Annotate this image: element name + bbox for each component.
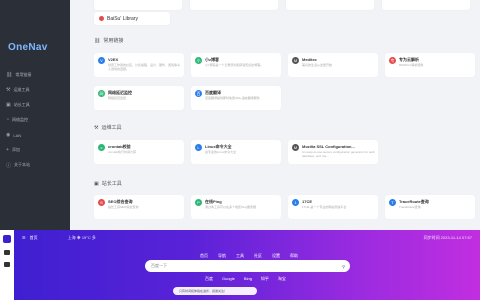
- search-engine-tabs: 百度 Google Bing 知乎 淘宝: [205, 276, 286, 282]
- link-card[interactable]: c crontab校验 crontab执行时间计算: [94, 140, 184, 164]
- notice-bar: 只有时间和体验在进步，感谢关注！: [173, 287, 257, 295]
- sync-time: 同步时间 2023-11-14 07:57: [423, 234, 472, 240]
- link-card[interactable]: 百百度翻译 百度翻译提供即时免费200+语言翻译服务: [191, 86, 281, 110]
- site-icon: 小: [195, 57, 202, 64]
- engine-tab[interactable]: 淘宝: [278, 276, 286, 282]
- engine-tab[interactable]: 知乎: [261, 276, 269, 282]
- nav-item[interactable]: 导航: [218, 253, 236, 259]
- link-card[interactable]: T TraceRoute查询 TraceRoute查询: [385, 195, 475, 219]
- box-icon: ▣: [6, 102, 11, 108]
- site-icon: M: [292, 144, 299, 151]
- top-chip[interactable]: [94, 0, 182, 10]
- site-icon: T: [389, 199, 396, 206]
- wrench-icon: ⚒: [94, 124, 99, 131]
- link-icon: ⛓: [94, 37, 101, 44]
- site-icon: V: [98, 57, 105, 64]
- nav-item[interactable]: 帮助: [290, 253, 308, 259]
- sidebar-item-common-links[interactable]: ⛓ 常用链接: [6, 70, 31, 80]
- engine-tab[interactable]: Google: [222, 276, 235, 282]
- sidebar-item-about[interactable]: ⓘ 关于本站: [6, 160, 30, 170]
- link-card[interactable]: P 在线Ping 通过本工具可以在多个地区Ping服务器: [191, 195, 281, 219]
- top-chip[interactable]: [190, 0, 278, 10]
- nav-item[interactable]: 设置: [272, 253, 290, 259]
- main-content: BaiSu' Library ⛓ 常用链接 V V2EX 创意工作者的社区。讨论编程、…: [70, 0, 480, 230]
- start-header: ☰ 首页 上海 ☀ 19°C 多 同步时间 2023-11-14 07:57: [14, 230, 480, 245]
- engine-tab[interactable]: Bing: [244, 276, 252, 282]
- site-icon: 1: [292, 199, 299, 206]
- site-icon: L: [195, 144, 202, 151]
- section-ops-tools: ⚒ 运维工具: [94, 124, 122, 132]
- home-icon[interactable]: [4, 250, 10, 255]
- top-chip[interactable]: [286, 0, 374, 10]
- link-card[interactable]: M Mozilla SSL Configuration... An easy-to-…: [288, 140, 378, 164]
- site-icon: c: [98, 144, 105, 151]
- sidebar-item-lan[interactable]: ◉ LAN: [6, 130, 21, 140]
- top-chip[interactable]: [382, 0, 470, 10]
- link-icon: ⛓: [6, 72, 13, 78]
- wrench-icon: ⚒: [6, 87, 11, 93]
- engine-tab[interactable]: 百度: [205, 276, 213, 282]
- top-nav: 首页 导航 工具 社区 设置 帮助: [200, 253, 308, 259]
- link-card[interactable]: 网网络延迟监控 网络延迟监控: [94, 86, 184, 110]
- nav-item[interactable]: 社区: [254, 253, 272, 259]
- nav-item[interactable]: 首页: [200, 253, 218, 259]
- section-webmaster-tools: ▣ 站长工具: [94, 180, 122, 188]
- home-link[interactable]: 首页: [30, 235, 38, 241]
- link-card[interactable]: 1 17CE 17CE 是一个专业的网站测速平台: [288, 195, 378, 219]
- site-icon: 专: [389, 57, 396, 64]
- onenav-window: OneNav ⛓ 常用链接 ⚒ 运维工具 ▣ 站长工具 ◔ 网络监控 ◉ LAN + 添加 …: [0, 0, 480, 230]
- link-card[interactable]: L Linux命令大全 最专业的Linux命令大全: [191, 140, 281, 164]
- top-chip-baisu-library[interactable]: BaiSu' Library: [94, 12, 170, 25]
- weather-widget: 上海 ☀ 19°C 多: [67, 234, 96, 240]
- sidebar-item-webmaster-tools[interactable]: ▣ 站长工具: [6, 100, 30, 110]
- gauge-icon: ◔: [6, 117, 10, 123]
- library-icon: [99, 16, 104, 21]
- sidebar-item-add[interactable]: + 添加: [6, 145, 20, 155]
- menu-icon[interactable]: [4, 262, 10, 267]
- sidebar: OneNav ⛓ 常用链接 ⚒ 运维工具 ▣ 站长工具 ◔ 网络监控 ◉ LAN + 添加 …: [0, 0, 70, 230]
- hamburger-icon[interactable]: ☰: [22, 235, 26, 240]
- nav-item[interactable]: 工具: [236, 253, 254, 259]
- link-card[interactable]: M Meditec 美好的生活从这里开始: [288, 53, 378, 77]
- link-card[interactable]: S SEO综合查询 站长工具SEO综合查询: [94, 195, 184, 219]
- plus-icon: +: [6, 147, 9, 153]
- site-icon: 网: [98, 90, 105, 97]
- box-icon: ▣: [94, 180, 99, 187]
- site-icon: P: [195, 199, 202, 206]
- wifi-icon: ◉: [6, 132, 11, 138]
- section-common-links: ⛓ 常用链接: [94, 37, 124, 45]
- app-logo[interactable]: OneNav: [8, 42, 48, 53]
- link-card[interactable]: 专专为云解析 DNSPod 解析服务: [385, 53, 475, 77]
- search-icon[interactable]: ⚲: [342, 264, 345, 269]
- info-icon: ⓘ: [6, 162, 12, 169]
- link-card[interactable]: V V2EX 创意工作者的社区。讨论编程、设计、硬件、游戏等令人激动的话题。: [94, 53, 184, 77]
- left-rail: [0, 230, 14, 300]
- sidebar-item-ops-tools[interactable]: ⚒ 运维工具: [6, 85, 29, 95]
- link-card[interactable]: 小小z博客 小z博客是一个记录原创和转载知识的博客。: [191, 53, 281, 77]
- site-icon: S: [98, 199, 105, 206]
- app-icon[interactable]: [3, 235, 11, 243]
- sidebar-item-monitor[interactable]: ◔ 网络监控: [6, 115, 28, 125]
- site-icon: M: [292, 57, 299, 64]
- search-input[interactable]: 百度一下 ⚲: [145, 260, 350, 272]
- site-icon: 百: [195, 90, 202, 97]
